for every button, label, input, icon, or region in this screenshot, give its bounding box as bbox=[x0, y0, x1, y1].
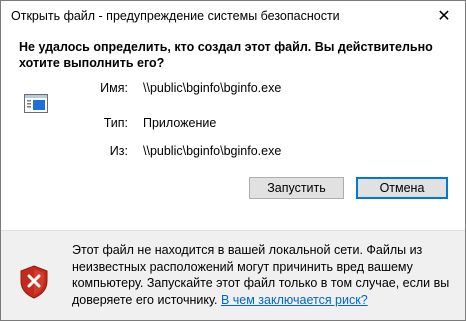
from-label: Из: bbox=[109, 144, 128, 158]
close-icon: ✕ bbox=[437, 8, 451, 25]
footer-warning-text: Этот файл не находится в вашей локальной… bbox=[72, 242, 452, 308]
window-title: Открыть файл - предупреждение системы бе… bbox=[11, 9, 340, 23]
cancel-button[interactable]: Отмена bbox=[356, 177, 448, 199]
run-button[interactable]: Запустить bbox=[249, 177, 344, 199]
name-value: \\public\bginfo\bginfo.exe bbox=[143, 81, 282, 95]
title-bar: Открыть файл - предупреждение системы бе… bbox=[1, 1, 465, 31]
type-label: Тип: bbox=[103, 116, 128, 130]
footer-panel: Этот файл не находится в вашей локальной… bbox=[1, 231, 465, 320]
warning-heading: Не удалось определить, кто создал этот ф… bbox=[19, 40, 433, 70]
type-value: Приложение bbox=[143, 116, 217, 130]
security-warning-dialog: Открыть файл - предупреждение системы бе… bbox=[0, 0, 466, 321]
close-button[interactable]: ✕ bbox=[427, 3, 461, 29]
from-value: \\public\bginfo\bginfo.exe bbox=[143, 144, 282, 158]
name-label: Имя: bbox=[100, 81, 128, 95]
application-window-icon bbox=[24, 94, 48, 113]
security-shield-error-icon bbox=[20, 265, 48, 299]
risk-info-link[interactable]: В чем заключается риск? bbox=[221, 293, 368, 307]
